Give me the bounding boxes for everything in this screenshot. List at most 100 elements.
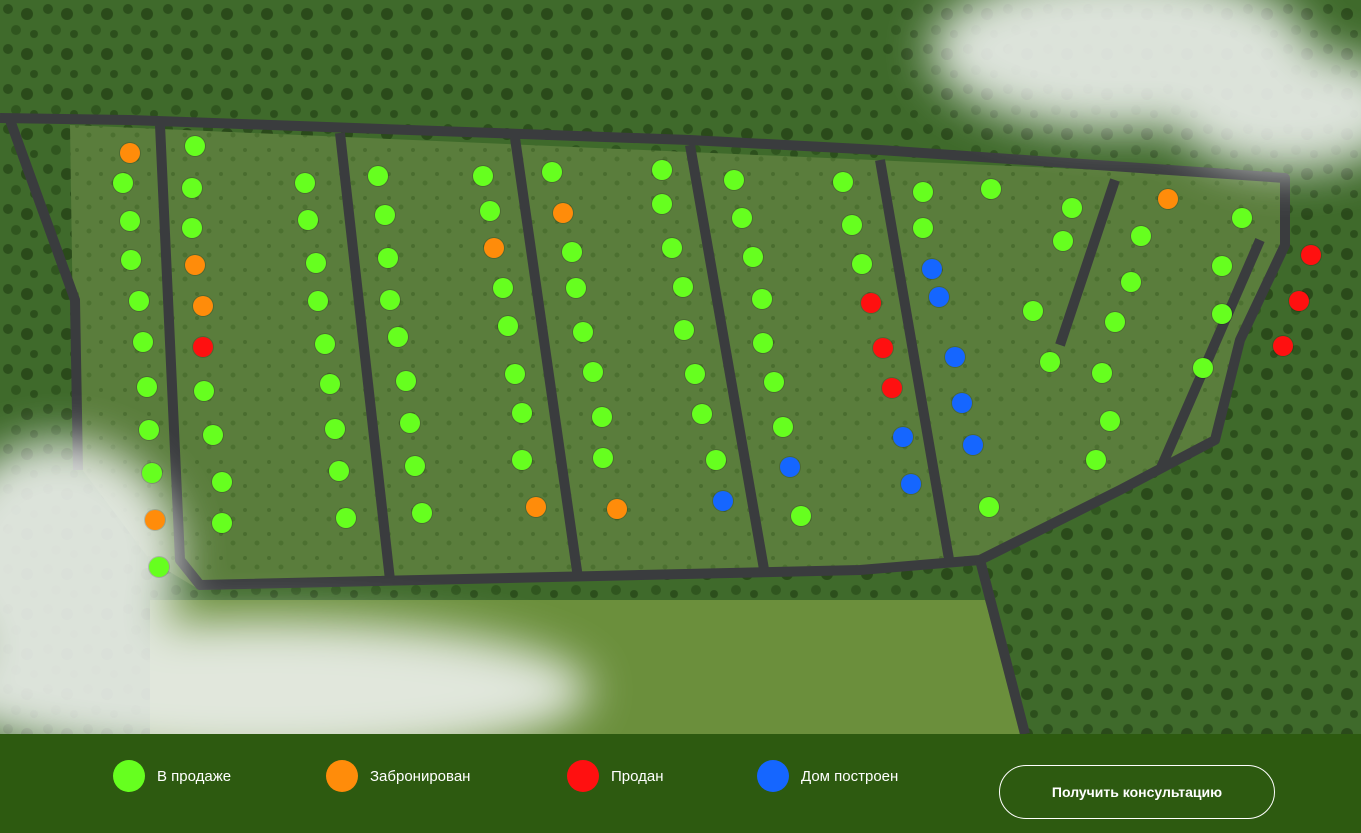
plot-marker-sale[interactable] [396,371,416,391]
plot-marker-built[interactable] [929,287,949,307]
plot-marker-sale[interactable] [692,404,712,424]
plot-marker-sold[interactable] [1273,336,1293,356]
plot-marker-booked[interactable] [120,143,140,163]
plot-marker-sale[interactable] [212,472,232,492]
plot-marker-sale[interactable] [380,290,400,310]
plot-marker-booked[interactable] [484,238,504,258]
plot-marker-built[interactable] [893,427,913,447]
plot-marker-sale[interactable] [732,208,752,228]
plot-marker-sale[interactable] [852,254,872,274]
plot-marker-sale[interactable] [512,403,532,423]
plot-marker-sold[interactable] [861,293,881,313]
plot-marker-sale[interactable] [764,372,784,392]
plot-marker-built[interactable] [922,259,942,279]
plot-marker-booked[interactable] [145,510,165,530]
plot-marker-sale[interactable] [306,253,326,273]
plot-marker-sale[interactable] [512,450,532,470]
plot-marker-sale[interactable] [295,173,315,193]
plot-marker-sale[interactable] [1053,231,1073,251]
plot-marker-sale[interactable] [400,413,420,433]
plot-marker-sale[interactable] [1232,208,1252,228]
plot-marker-sale[interactable] [405,456,425,476]
plot-marker-sale[interactable] [979,497,999,517]
plot-marker-sale[interactable] [743,247,763,267]
plot-marker-sale[interactable] [137,377,157,397]
plot-marker-built[interactable] [963,435,983,455]
plot-marker-sale[interactable] [1212,256,1232,276]
plot-marker-booked[interactable] [526,497,546,517]
plot-marker-sale[interactable] [1121,272,1141,292]
plot-marker-sale[interactable] [1105,312,1125,332]
plot-marker-sale[interactable] [752,289,772,309]
plot-marker-sale[interactable] [573,322,593,342]
plot-marker-built[interactable] [945,347,965,367]
plot-marker-sale[interactable] [773,417,793,437]
plot-marker-sale[interactable] [674,320,694,340]
plot-marker-sale[interactable] [724,170,744,190]
plot-marker-sale[interactable] [1092,363,1112,383]
plot-marker-booked[interactable] [193,296,213,316]
plot-marker-booked[interactable] [553,203,573,223]
plot-marker-sale[interactable] [498,316,518,336]
plot-marker-sale[interactable] [325,419,345,439]
plot-marker-sale[interactable] [662,238,682,258]
plot-marker-sale[interactable] [336,508,356,528]
plot-marker-sale[interactable] [120,211,140,231]
plot-marker-sale[interactable] [673,277,693,297]
plot-marker-sold[interactable] [1301,245,1321,265]
plot-marker-sale[interactable] [1062,198,1082,218]
plot-marker-booked[interactable] [185,255,205,275]
plot-marker-sale[interactable] [592,407,612,427]
plot-marker-sale[interactable] [194,381,214,401]
plot-marker-built[interactable] [780,457,800,477]
plot-marker-sale[interactable] [1023,301,1043,321]
plot-marker-sale[interactable] [1040,352,1060,372]
plot-marker-sale[interactable] [212,513,232,533]
plot-marker-built[interactable] [713,491,733,511]
plot-marker-sale[interactable] [842,215,862,235]
plot-marker-sale[interactable] [685,364,705,384]
plot-marker-sale[interactable] [833,172,853,192]
plot-marker-sale[interactable] [329,461,349,481]
plot-marker-sale[interactable] [480,201,500,221]
plot-marker-sale[interactable] [583,362,603,382]
plot-marker-sold[interactable] [193,337,213,357]
plot-marker-sale[interactable] [542,162,562,182]
plot-marker-sale[interactable] [1100,411,1120,431]
plot-marker-built[interactable] [901,474,921,494]
plot-marker-sale[interactable] [652,194,672,214]
plot-marker-sale[interactable] [706,450,726,470]
plot-marker-sale[interactable] [1212,304,1232,324]
plot-marker-sold[interactable] [882,378,902,398]
plot-marker-sold[interactable] [873,338,893,358]
plot-marker-sale[interactable] [1193,358,1213,378]
plot-marker-sale[interactable] [298,210,318,230]
plot-marker-booked[interactable] [607,499,627,519]
plot-marker-sale[interactable] [753,333,773,353]
plot-marker-sale[interactable] [149,557,169,577]
plot-marker-sale[interactable] [142,463,162,483]
plot-marker-sale[interactable] [388,327,408,347]
plot-marker-sale[interactable] [981,179,1001,199]
plot-marker-sale[interactable] [308,291,328,311]
plot-marker-sale[interactable] [473,166,493,186]
plot-marker-sale[interactable] [203,425,223,445]
plot-marker-sale[interactable] [1086,450,1106,470]
plot-marker-sale[interactable] [185,136,205,156]
plot-marker-sale[interactable] [652,160,672,180]
plot-marker-sold[interactable] [1289,291,1309,311]
plot-marker-built[interactable] [952,393,972,413]
plot-marker-sale[interactable] [1131,226,1151,246]
plot-marker-sale[interactable] [913,182,933,202]
plot-marker-sale[interactable] [913,218,933,238]
plot-marker-sale[interactable] [113,173,133,193]
plot-marker-sale[interactable] [133,332,153,352]
plot-marker-sale[interactable] [121,250,141,270]
plot-marker-sale[interactable] [593,448,613,468]
plot-marker-sale[interactable] [493,278,513,298]
plot-marker-sale[interactable] [791,506,811,526]
plot-marker-sale[interactable] [375,205,395,225]
plot-marker-sale[interactable] [129,291,149,311]
plot-marker-sale[interactable] [412,503,432,523]
plot-marker-sale[interactable] [562,242,582,262]
